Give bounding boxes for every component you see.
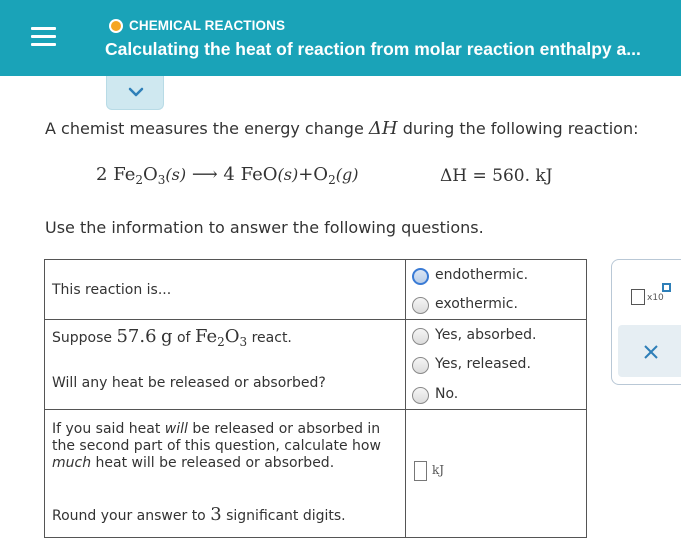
enthalpy-value: ΔH = 560. kJ (440, 166, 553, 186)
radio-exothermic[interactable] (412, 297, 429, 314)
mantissa-box-icon (631, 289, 645, 305)
column-divider (405, 260, 406, 537)
option-endothermic-label: endothermic. (435, 267, 529, 283)
option-no-label: No. (435, 386, 459, 402)
clear-button[interactable] (618, 325, 681, 377)
q3-prompt: If you said heat will be released or abs… (52, 421, 381, 471)
radio-yes-released[interactable] (412, 357, 429, 374)
x10-label: x10 (647, 293, 664, 303)
rounding-instruction: Round your answer to 3 significant digit… (52, 504, 346, 525)
option-yes-absorbed-label: Yes, absorbed. (435, 327, 537, 343)
answer-unit-label: kJ (432, 463, 445, 477)
option-exothermic-label: exothermic. (435, 296, 518, 312)
topic-status-dot (109, 19, 123, 33)
radio-no[interactable] (412, 387, 429, 404)
exponent-box-icon (662, 283, 671, 292)
page-title: Calculating the heat of reaction from mo… (105, 39, 641, 59)
instructions-text: Use the information to answer the follow… (45, 218, 484, 237)
scientific-notation-button[interactable]: x10 (630, 283, 676, 309)
radio-yes-absorbed[interactable] (412, 328, 429, 345)
question-table: This reaction is... endothermic. exother… (44, 259, 587, 538)
q2-question: Will any heat be released or absorbed? (52, 375, 326, 391)
q2-prompt: Suppose 57.6 g of Fe2O3 react. (52, 326, 292, 349)
hamburger-menu-icon[interactable] (31, 26, 56, 48)
heat-answer-input[interactable] (414, 461, 427, 481)
close-icon (644, 345, 658, 359)
expand-header-button[interactable] (106, 76, 164, 110)
option-yes-released-label: Yes, released. (435, 356, 531, 372)
problem-intro: A chemist measures the energy change ΔH … (45, 118, 639, 139)
topic-label: CHEMICAL REACTIONS (129, 18, 286, 33)
q1-prompt: This reaction is... (52, 282, 172, 298)
radio-endothermic[interactable] (412, 268, 429, 285)
header-bar: CHEMICAL REACTIONS Calculating the heat … (0, 0, 681, 76)
row-divider (45, 409, 586, 410)
delta-h-symbol: ΔH (368, 118, 398, 139)
chevron-down-icon (128, 87, 144, 97)
chemical-equation: 2 Fe2O3(s) ⟶ 4 FeO(s)+O2(g) (96, 164, 359, 187)
row-divider (45, 319, 586, 320)
